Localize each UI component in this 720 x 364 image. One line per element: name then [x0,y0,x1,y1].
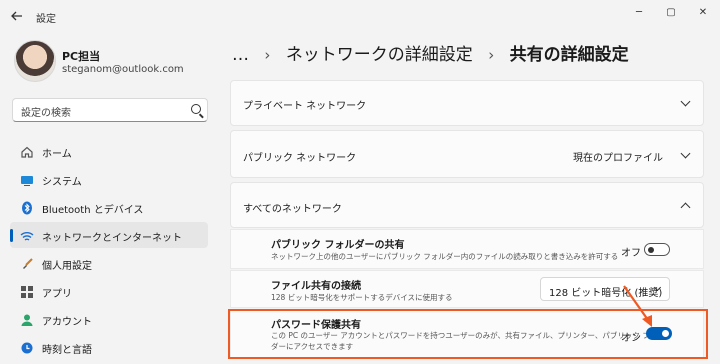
highlight-box [228,309,708,359]
apps-icon [20,284,34,298]
sidebar-item-label: システム [42,177,82,188]
sidebar-item-personalization[interactable]: 個人用設定 [10,250,208,276]
sidebar-item-bluetooth[interactable]: Bluetooth とデバイス [10,194,208,220]
sidebar-item-time-language[interactable]: 時刻と言語 [10,334,208,360]
sidebar-item-label: 個人用設定 [42,261,92,272]
breadcrumb-parent[interactable]: ネットワークの詳細設定 [286,45,473,65]
user-name: PC担当 [62,50,101,63]
toggle-state-label: オフ [621,248,641,259]
file-sharing-connections-desc: 128 ビット暗号化をサポートするデバイスに使用する [271,293,453,302]
sidebar-item-label: 時刻と言語 [42,345,92,356]
sidebar-item-label: アプリ [42,289,72,300]
breadcrumb-separator: › [488,46,495,64]
current-profile-label: 現在のプロファイル [573,153,663,164]
public-folder-sharing-title: パブリック フォルダーの共有 [271,240,405,251]
sidebar-item-label: アカウント [42,317,92,328]
private-network-label: プライベート ネットワーク [243,101,367,112]
breadcrumb-ellipsis[interactable]: … [232,45,249,65]
public-network-card[interactable]: パブリック ネットワーク 現在のプロファイル [230,130,704,178]
avatar [14,40,56,82]
sidebar-item-system[interactable]: システム [10,166,208,192]
search-input[interactable]: 設定の検索 [12,98,208,122]
chevron-down-icon [680,96,691,107]
wifi-icon [20,228,34,242]
sidebar-item-accounts[interactable]: アカウント [10,306,208,332]
encryption-select-value: 128 ビット暗号化 (推奨) [549,288,663,299]
public-folder-sharing-desc: ネットワーク上の他のユーザーにパブリック フォルダー内のファイルの読み取りと書き… [271,252,619,261]
public-folder-sharing-row: パブリック フォルダーの共有 ネットワーク上の他のユーザーにパブリック フォルダ… [230,229,704,269]
all-networks-card[interactable]: すべてのネットワーク [230,182,704,228]
app-title: 設定 [36,14,56,25]
file-sharing-connections-title: ファイル共有の接続 [271,281,361,292]
maximize-button[interactable]: ▢ [662,6,680,20]
public-network-label: パブリック ネットワーク [243,153,357,164]
home-icon [20,144,34,158]
account-icon [20,312,34,326]
back-arrow-icon[interactable] [10,9,24,23]
public-folder-sharing-toggle[interactable] [644,243,670,256]
sidebar-item-label: Bluetooth とデバイス [42,205,144,216]
close-button[interactable]: ✕ [694,6,712,20]
chevron-up-icon [680,202,691,213]
brush-icon [20,256,34,270]
system-icon [20,172,34,186]
breadcrumb-separator: › [264,46,271,64]
minimize-button[interactable]: ─ [630,6,648,20]
user-email: steganom@outlook.com [62,64,184,75]
search-icon [191,104,201,114]
sidebar-item-apps[interactable]: アプリ [10,278,208,304]
sidebar-item-network[interactable]: ネットワークとインターネット [10,222,208,248]
bluetooth-icon [20,200,34,215]
all-networks-label: すべてのネットワーク [243,204,342,215]
search-placeholder: 設定の検索 [21,108,71,119]
breadcrumb: … › ネットワークの詳細設定 › 共有の詳細設定 [232,40,639,66]
title-bar: 設定 ─ ▢ ✕ [0,0,720,32]
clock-globe-icon [20,340,34,354]
chevron-down-icon [680,148,691,159]
sidebar-item-label: ホーム [42,149,72,160]
sidebar-item-home[interactable]: ホーム [10,138,208,164]
encryption-select[interactable]: 128 ビット暗号化 (推奨) [540,277,670,301]
page-title: 共有の詳細設定 [509,45,629,65]
private-network-card[interactable]: プライベート ネットワーク [230,80,704,126]
sidebar-item-label: ネットワークとインターネット [42,233,182,244]
